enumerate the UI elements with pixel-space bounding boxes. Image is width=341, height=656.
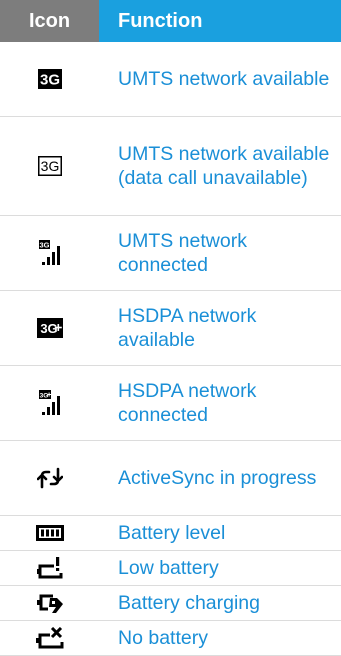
function-text: HSDPA network connected (99, 365, 341, 441)
table-row: 3G UMTS network available (data call una… (0, 116, 341, 216)
activesync-icon (36, 466, 63, 490)
table-row: No battery (0, 620, 341, 656)
page: Icon Function 3G UMTS network available (0, 0, 341, 656)
icon-cell: 3G (0, 365, 99, 441)
function-text: No battery (99, 620, 341, 656)
status-icon-table: Icon Function 3G UMTS network available (0, 0, 341, 656)
3g-outline-icon: 3G (37, 156, 62, 176)
svg-text:3G: 3G (39, 393, 48, 400)
function-text: UMTS network available (99, 42, 341, 117)
icon-cell (0, 440, 99, 516)
table-header-row: Icon Function (0, 0, 341, 42)
svg-text:3G: 3G (40, 158, 59, 174)
table-row: Low battery (0, 550, 341, 586)
icon-cell: 3G (0, 42, 99, 117)
table-row: 3G HSDPA network available (0, 290, 341, 366)
table-row: Battery level (0, 515, 341, 551)
icon-cell (0, 620, 99, 656)
3g-plus-filled-icon: 3G (36, 318, 63, 338)
no-battery-icon (35, 627, 64, 649)
icon-cell: 3G (0, 116, 99, 216)
table-row: 3G UMTS network available (0, 42, 341, 117)
table-row: ActiveSync in progress (0, 440, 341, 516)
icon-cell (0, 515, 99, 551)
svg-text:3G: 3G (39, 72, 59, 89)
icon-cell: 3G (0, 215, 99, 291)
function-text: Battery level (99, 515, 341, 551)
low-battery-icon (36, 557, 63, 579)
function-column-header: Function (99, 0, 341, 42)
table-row: 3G UMTS network connected (0, 215, 341, 291)
icon-cell (0, 585, 99, 621)
battery-charging-icon (36, 592, 63, 614)
svg-text:3G: 3G (40, 321, 57, 336)
icon-cell: 3G (0, 290, 99, 366)
battery-level-icon (35, 524, 64, 541)
function-text: Low battery (99, 550, 341, 586)
svg-text:3G: 3G (39, 241, 49, 250)
function-text: HSDPA network available (99, 290, 341, 366)
table-row: 3G HSDPA network connected (0, 365, 341, 441)
icon-cell (0, 550, 99, 586)
3g-signal-icon: 3G (38, 240, 61, 266)
function-text: UMTS network connected (99, 215, 341, 291)
function-text: Battery charging (99, 585, 341, 621)
function-text: UMTS network available (data call unavai… (99, 116, 341, 216)
function-text: ActiveSync in progress (99, 440, 341, 516)
table-row: Battery charging (0, 585, 341, 621)
3g-filled-icon: 3G (37, 69, 62, 89)
3g-plus-signal-icon: 3G (38, 390, 61, 416)
icon-column-header: Icon (0, 0, 99, 42)
